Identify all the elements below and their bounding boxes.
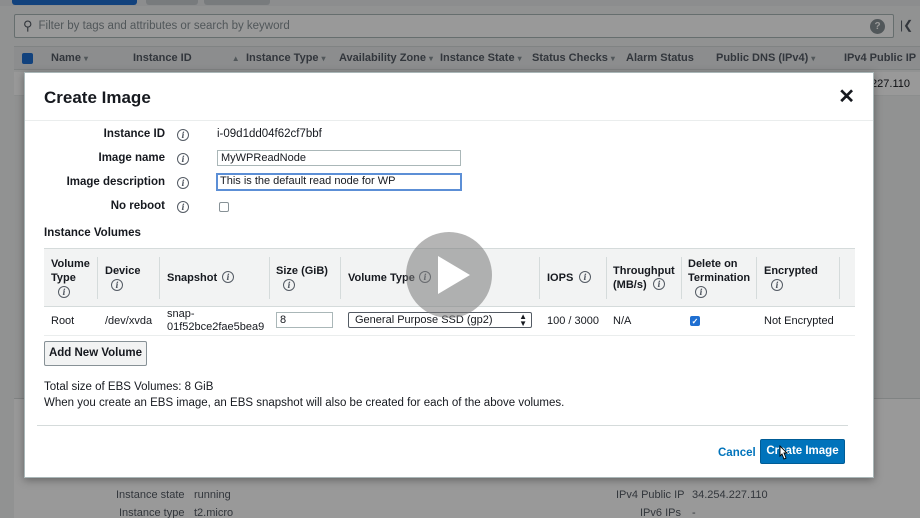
add-new-volume-button[interactable]: Add New Volume (44, 341, 147, 366)
info-icon[interactable]: i (177, 129, 189, 141)
header-throughput: Throughput (MB/s) (613, 265, 675, 291)
header-volume-type-select: Volume Type (348, 272, 415, 284)
header-delete-on-termination: Delete on Termination (688, 258, 751, 284)
info-icon[interactable]: i (695, 286, 707, 298)
column-divider (756, 257, 757, 299)
instance-id-label: Instance ID (103, 128, 165, 140)
instance-id-value: i-09d1dd04f62cf7bbf (217, 128, 322, 140)
column-divider (606, 257, 607, 299)
header-size: Size (GiB) (276, 265, 328, 277)
volume-type-value: Root (51, 315, 75, 327)
device-value: /dev/xvda (105, 315, 153, 327)
size-input[interactable]: 8 (276, 312, 333, 328)
select-arrows-icon: ▲ ▼ (519, 312, 527, 328)
play-icon[interactable] (406, 232, 492, 318)
dialog-title: Create Image (44, 88, 151, 107)
image-description-label: Image description (66, 176, 165, 188)
snapshot-value: snap-01f52bce2fae5bea9 (167, 308, 265, 333)
info-icon[interactable]: i (653, 278, 665, 290)
info-icon[interactable]: i (579, 271, 591, 283)
ebs-snapshot-note: When you create an EBS image, an EBS sna… (44, 397, 565, 409)
info-icon[interactable]: i (771, 279, 783, 291)
image-name-input[interactable]: MyWPReadNode (217, 150, 461, 166)
instance-volumes-title: Instance Volumes (44, 227, 141, 239)
header-device: Device (105, 265, 141, 277)
no-reboot-label: No reboot (110, 200, 165, 212)
column-divider (159, 257, 160, 299)
throughput-value: N/A (613, 315, 632, 327)
image-description-input[interactable]: This is the default read node for WP (216, 173, 462, 191)
footer-divider (37, 425, 848, 426)
info-icon[interactable]: i (111, 279, 123, 291)
column-divider (269, 257, 270, 299)
dialog-header: Create Image ✕ (25, 73, 873, 121)
info-icon[interactable]: i (222, 271, 234, 283)
create-image-button[interactable]: Create Image (760, 439, 845, 464)
play-triangle (438, 256, 470, 294)
column-divider (340, 257, 341, 299)
header-encrypted: Encrypted (764, 265, 818, 277)
iops-value: 100 / 3000 (547, 315, 599, 327)
image-name-label: Image name (98, 152, 165, 164)
info-icon[interactable]: i (177, 153, 189, 165)
info-icon[interactable]: i (58, 286, 70, 298)
cancel-button[interactable]: Cancel (718, 447, 756, 459)
volume-type-selected: General Purpose SSD (gp2) (355, 314, 493, 326)
column-divider (681, 257, 682, 299)
header-volume-type: Volume Type (51, 258, 90, 284)
close-icon[interactable]: ✕ (838, 87, 855, 107)
column-divider (97, 257, 98, 299)
column-divider (839, 257, 840, 299)
info-icon[interactable]: i (177, 201, 189, 213)
info-icon[interactable]: i (283, 279, 295, 291)
delete-on-termination-checkbox[interactable]: ✓ (690, 316, 700, 326)
header-iops: IOPS (547, 272, 574, 284)
no-reboot-checkbox[interactable] (219, 202, 229, 212)
total-ebs-size: Total size of EBS Volumes: 8 GiB (44, 381, 214, 393)
pointer-cursor-icon (779, 445, 789, 460)
column-divider (539, 257, 540, 299)
header-snapshot: Snapshot (167, 272, 218, 284)
encrypted-value: Not Encrypted (764, 315, 834, 327)
info-icon[interactable]: i (177, 177, 189, 189)
